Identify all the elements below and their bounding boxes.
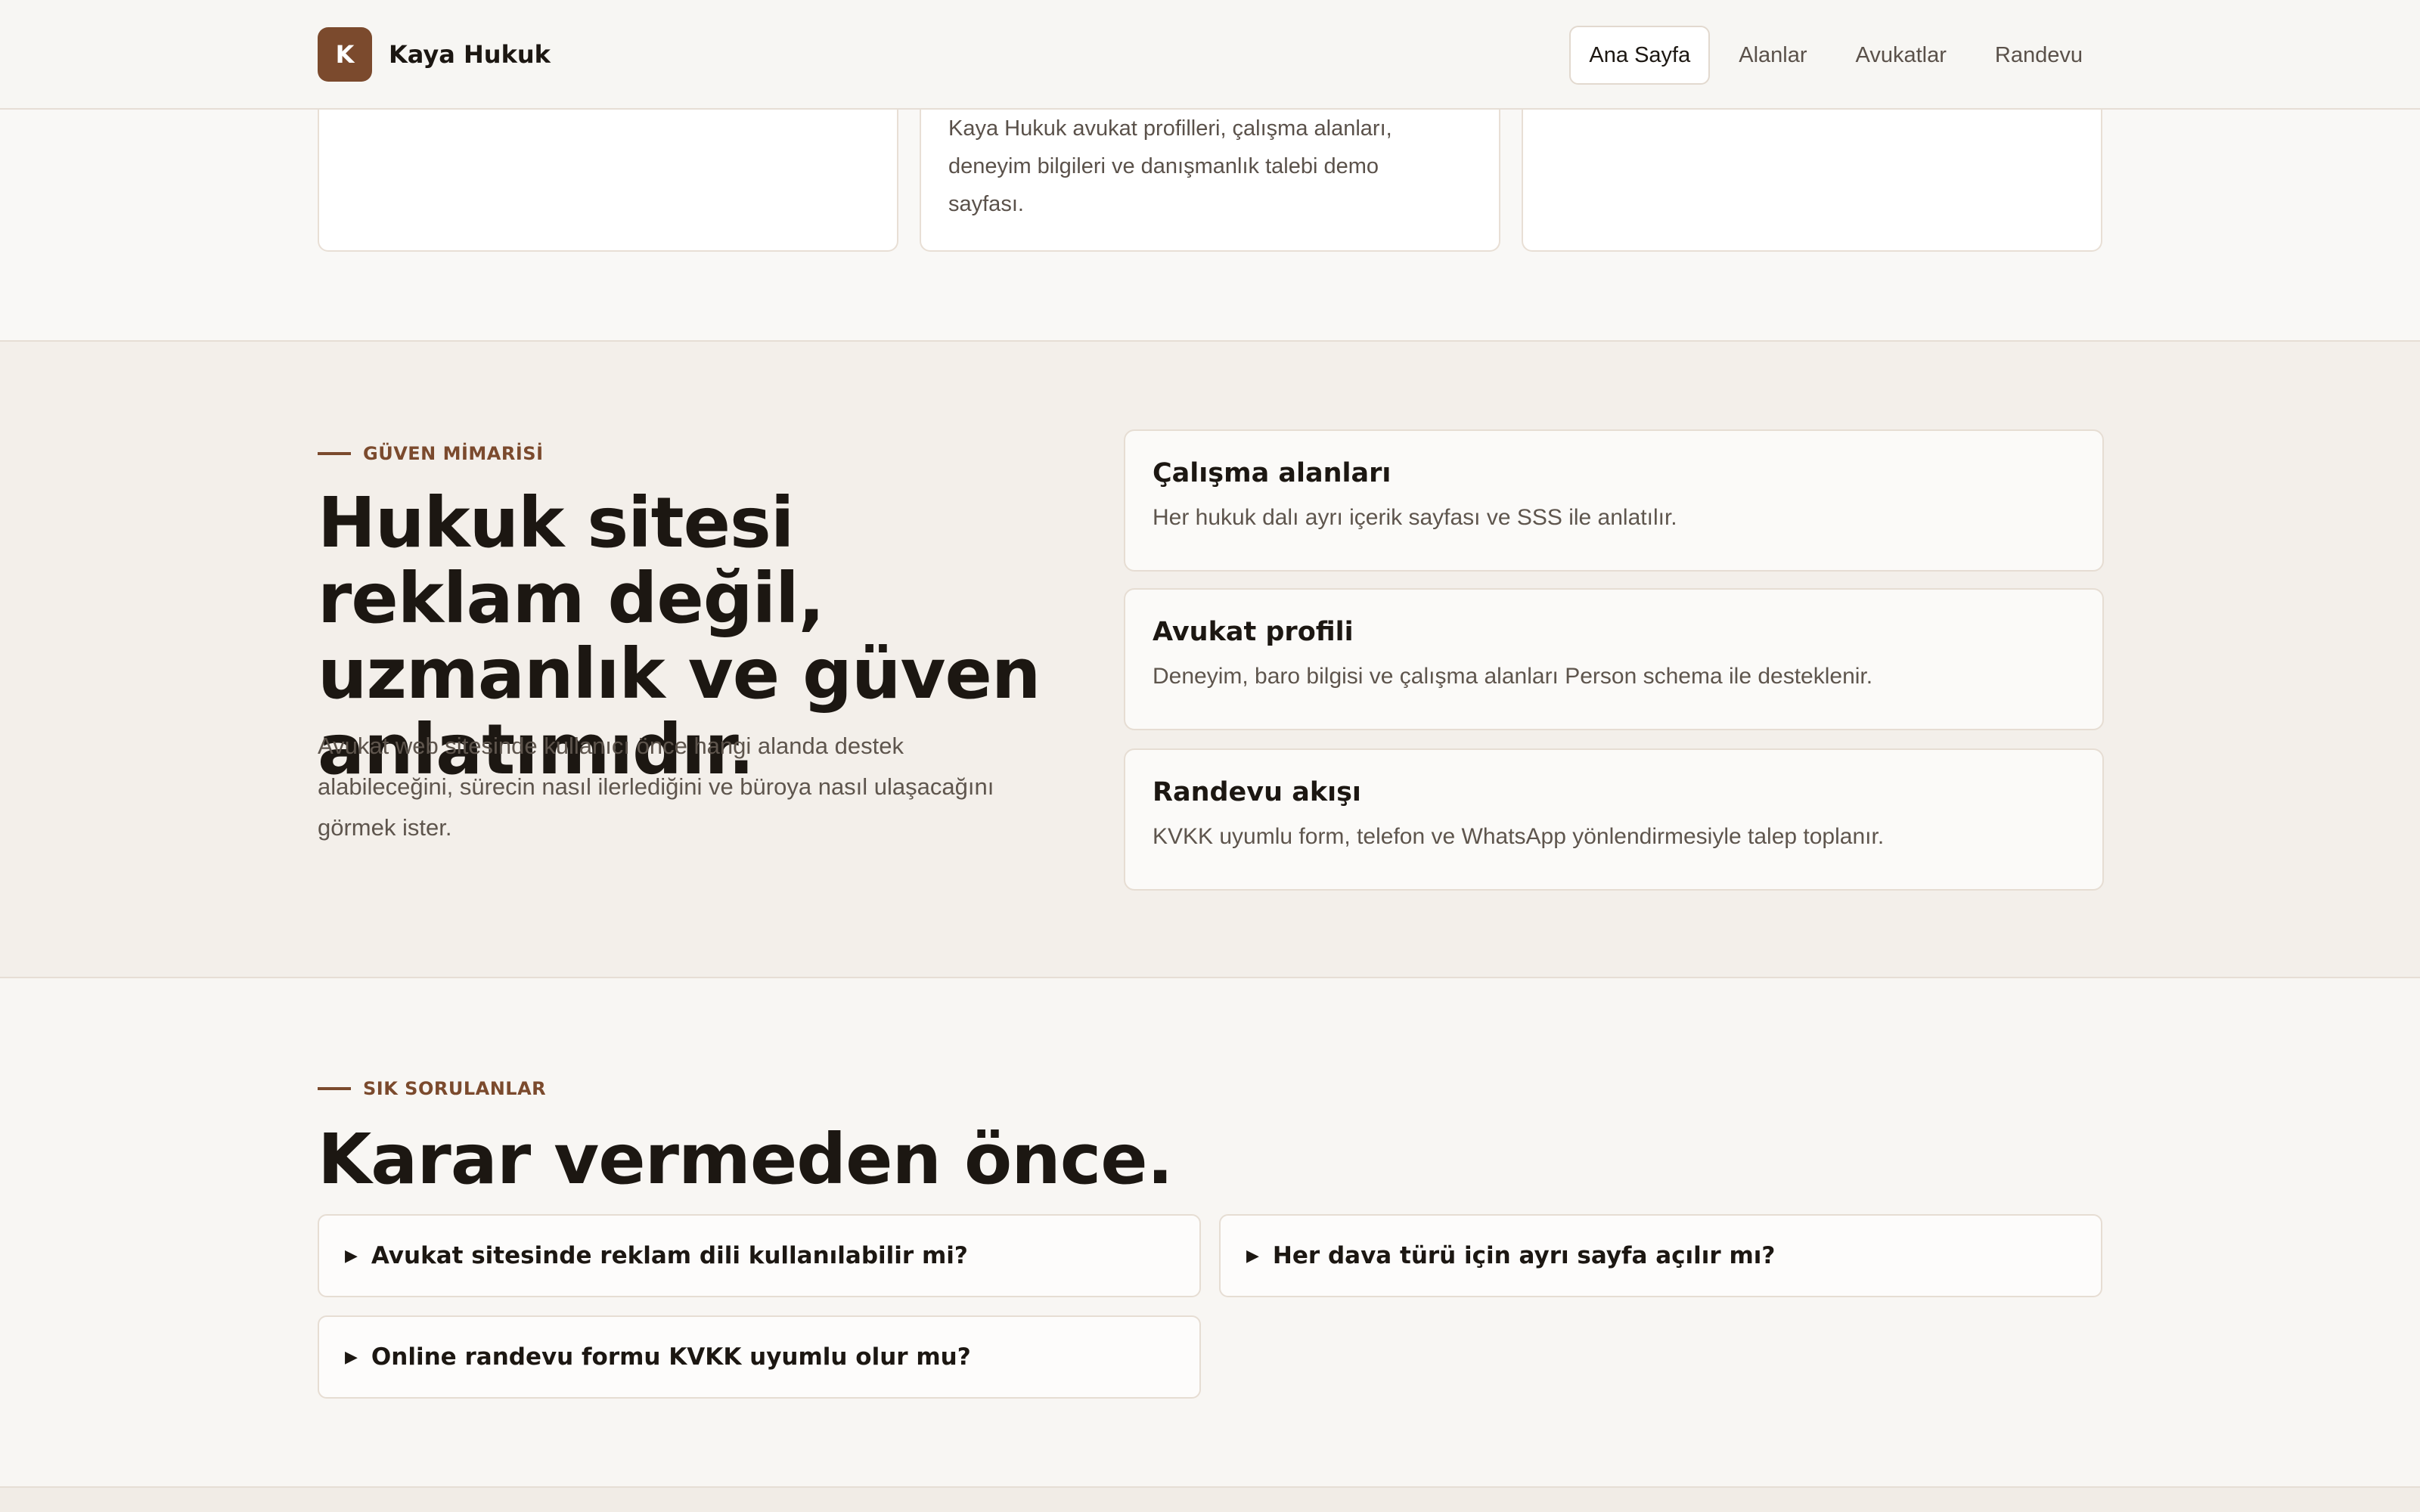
brand-logo[interactable]: K Kaya Hukuk [318, 27, 551, 82]
main-nav: Ana Sayfa Alanlar Avukatlar Randevu [1560, 26, 2102, 85]
faq-section: SIK SORULANLAR Karar vermeden önce. ▶ Av… [0, 978, 2420, 1486]
faq-heading: Karar vermeden önce. [318, 1119, 1174, 1200]
eyebrow-label: GÜVEN MİMARİSİ [363, 443, 544, 464]
brand-name: Kaya Hukuk [389, 40, 551, 69]
feature-description: Her hukuk dalı ayrı içerik sayfası ve SS… [1153, 505, 1677, 530]
feature-card-randevu-akisi: Randevu akışı KVKK uyumlu form, telefon … [1124, 748, 2104, 891]
hero-card-left [318, 110, 898, 252]
faq-question: Online randevu formu KVKK uyumlu olur mu… [371, 1343, 971, 1371]
hero-card-description: Kaya Hukuk avukat profilleri, çalışma al… [948, 116, 1392, 216]
next-section-edge [0, 1486, 2420, 1512]
faq-eyebrow: SIK SORULANLAR [318, 1078, 546, 1099]
trust-description: Avukat web sitesinde kullanıcı önce hang… [318, 733, 994, 841]
nav-item-randevu[interactable]: Randevu [1975, 26, 2102, 85]
faq-question: Her dava türü için ayrı sayfa açılır mı? [1272, 1242, 1776, 1269]
feature-description: KVKK uyumlu form, telefon ve WhatsApp yö… [1153, 824, 1885, 849]
faq-item[interactable]: ▶ Her dava türü için ayrı sayfa açılır m… [1219, 1214, 2102, 1297]
hero-card-right [1522, 110, 2102, 252]
faq-item[interactable]: ▶ Avukat sitesinde reklam dili kullanıla… [318, 1214, 1201, 1297]
nav-item-alanlar[interactable]: Alanlar [1719, 26, 1826, 85]
trust-section: GÜVEN MİMARİSİ Hukuk sitesi reklam değil… [0, 342, 2420, 977]
eyebrow-label: SIK SORULANLAR [363, 1078, 547, 1099]
nav-item-ana-sayfa[interactable]: Ana Sayfa [1569, 26, 1711, 85]
caret-right-icon: ▶ [345, 1246, 358, 1265]
trust-eyebrow: GÜVEN MİMARİSİ [318, 443, 544, 464]
faq-item[interactable]: ▶ Online randevu formu KVKK uyumlu olur … [318, 1315, 1201, 1399]
feature-title: Randevu akışı [1153, 777, 1361, 807]
feature-description: Deneyim, baro bilgisi ve çalışma alanlar… [1153, 664, 1873, 689]
caret-right-icon: ▶ [1246, 1246, 1259, 1265]
site-header: K Kaya Hukuk Ana Sayfa Alanlar Avukatlar… [0, 0, 2420, 110]
nav-item-avukatlar[interactable]: Avukatlar [1836, 26, 1966, 85]
eyebrow-line [318, 452, 351, 455]
feature-title: Avukat profili [1153, 617, 1354, 647]
eyebrow-line [318, 1087, 351, 1090]
hero-card-middle: Kaya Hukuk avukat profilleri, çalışma al… [920, 110, 1500, 252]
feature-title: Çalışma alanları [1153, 458, 1392, 488]
caret-right-icon: ▶ [345, 1347, 358, 1366]
hero-cards-section: Kaya Hukuk avukat profilleri, çalışma al… [0, 110, 2420, 340]
feature-card-avukat-profili: Avukat profili Deneyim, baro bilgisi ve … [1124, 588, 2104, 730]
feature-card-calisma-alanlari: Çalışma alanları Her hukuk dalı ayrı içe… [1124, 429, 2104, 572]
faq-question: Avukat sitesinde reklam dili kullanılabi… [371, 1242, 968, 1269]
logo-badge-icon: K [318, 27, 372, 82]
